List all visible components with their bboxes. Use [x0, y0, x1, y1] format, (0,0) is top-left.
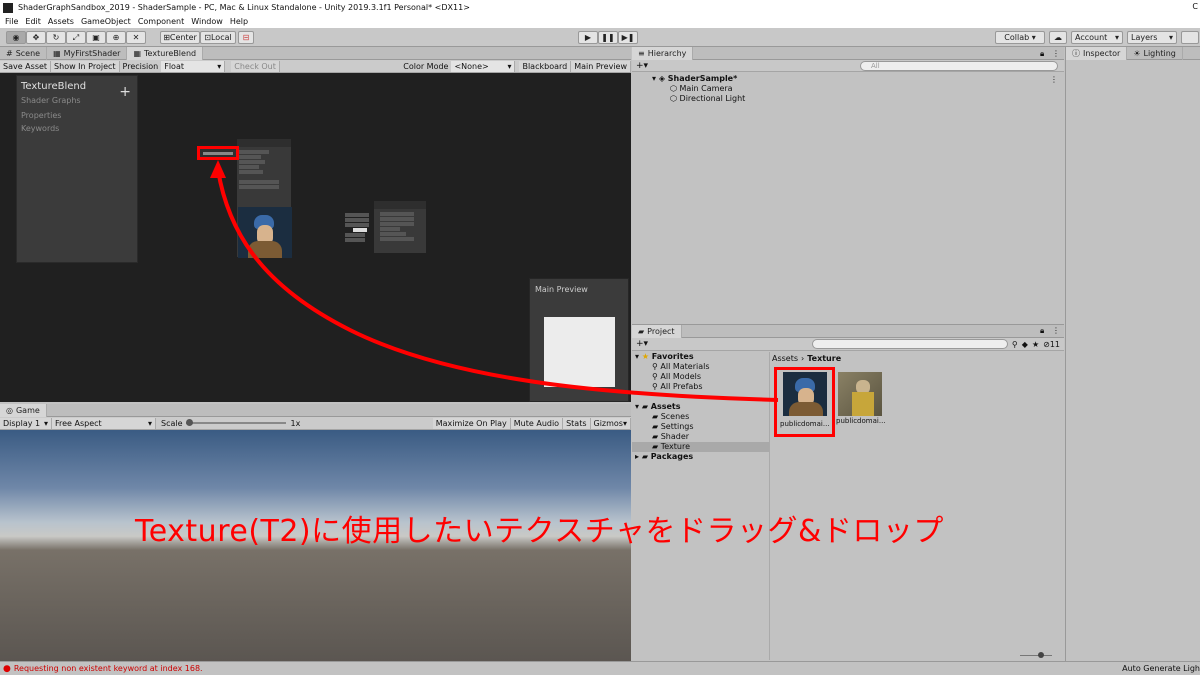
annotation-text: Texture(T2)に使用したいテクスチャをドラッグ&ドロップ — [135, 514, 944, 549]
arrowhead — [210, 160, 226, 178]
drag-path — [216, 169, 779, 402]
drag-annotation-arrow — [210, 160, 779, 402]
